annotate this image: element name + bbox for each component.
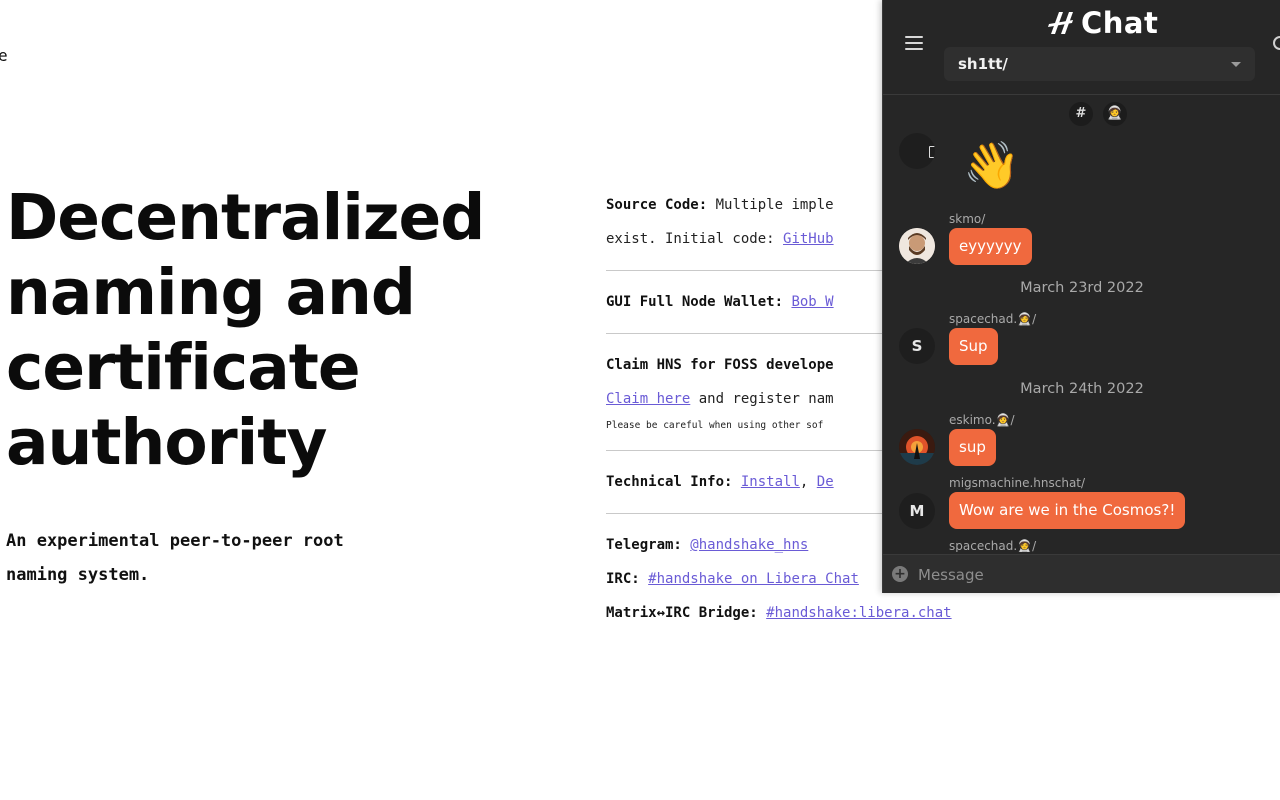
claim-label: Claim HNS for FOSS develope bbox=[606, 357, 834, 373]
message: 👋 bbox=[883, 132, 1280, 200]
message-input[interactable] bbox=[916, 561, 1270, 589]
telegram-link[interactable]: @handshake_hns bbox=[690, 537, 808, 553]
hero-subtitle: An experimental peer-to-peer root naming… bbox=[6, 524, 426, 592]
claim-here-link[interactable]: Claim here bbox=[606, 391, 690, 407]
astronaut-toggle[interactable]: 🧑‍🚀 bbox=[1103, 102, 1127, 126]
irc-link[interactable]: #handshake on Libera Chat bbox=[648, 571, 859, 587]
matrix-link[interactable]: #handshake:libera.chat bbox=[766, 605, 951, 621]
chat-header: Chat sh1tt/ bbox=[883, 0, 1280, 95]
chat-brand: Chat bbox=[1081, 6, 1159, 40]
date-separator: March 24th 2022 bbox=[1020, 381, 1144, 397]
message-bubble: Wow are we in the Cosmos?! bbox=[949, 492, 1186, 529]
hero-title-line: authority bbox=[6, 406, 327, 479]
github-link[interactable]: GitHub bbox=[783, 231, 834, 247]
domain-select[interactable]: sh1tt/ bbox=[944, 47, 1255, 81]
wallet-label: GUI Full Node Wallet: bbox=[606, 294, 784, 310]
tech-link-2[interactable]: De bbox=[817, 474, 834, 490]
bob-wallet-link[interactable]: Bob W bbox=[791, 294, 833, 310]
channel-toggles: # 🧑‍🚀 bbox=[1069, 102, 1127, 126]
broken-image-icon bbox=[929, 146, 935, 158]
profile-icon[interactable] bbox=[1273, 36, 1280, 50]
message-username: spacechad.🧑‍🚀/ bbox=[949, 312, 1037, 326]
clipped-nav-text: e bbox=[0, 46, 8, 65]
source-code-text: Multiple imple bbox=[715, 197, 834, 213]
wave-emoji: 👋 bbox=[963, 138, 1021, 192]
message: spacechad.🧑‍🚀/ S Sup bbox=[883, 312, 1280, 370]
claim-text: and register nam bbox=[698, 391, 834, 407]
message-composer: + bbox=[883, 554, 1280, 593]
tech-info-label: Technical Info: bbox=[606, 474, 733, 490]
message-list: 👋 skmo/ eyyyyyy March 23rd 2022 spacecha… bbox=[883, 132, 1280, 552]
avatar bbox=[899, 228, 935, 264]
chevron-down-icon bbox=[1231, 62, 1241, 67]
message: skmo/ eyyyyyy bbox=[883, 210, 1280, 268]
domain-select-value: sh1tt/ bbox=[958, 55, 1008, 73]
matrix-label: Matrix↔IRC Bridge: bbox=[606, 605, 758, 621]
source-code-text-2: exist. Initial code: bbox=[606, 231, 775, 247]
hero-title-line: naming and bbox=[6, 256, 416, 329]
message-username: skmo/ bbox=[949, 212, 986, 226]
message: spacechad.🧑‍🚀/ bbox=[883, 539, 1280, 552]
hero-title: Decentralized naming and certificate aut… bbox=[6, 180, 566, 480]
message-bubble: Sup bbox=[949, 328, 998, 365]
avatar: S bbox=[899, 328, 935, 364]
avatar: M bbox=[899, 493, 935, 529]
matrix-row: Matrix↔IRC Bridge: #handshake:libera.cha… bbox=[606, 596, 1126, 630]
irc-label: IRC: bbox=[606, 571, 640, 587]
message-bubble: eyyyyyy bbox=[949, 228, 1032, 265]
user-avatar-icon bbox=[899, 429, 935, 465]
hero-title-line: certificate bbox=[6, 331, 361, 404]
plus-icon[interactable]: + bbox=[892, 566, 908, 582]
date-separator: March 23rd 2022 bbox=[1020, 280, 1144, 296]
menu-icon[interactable] bbox=[905, 36, 923, 50]
message: eskimo.🧑‍🚀/ sup bbox=[883, 413, 1280, 471]
message-username: migsmachine.hnschat/ bbox=[949, 476, 1086, 490]
hero-title-line: Decentralized bbox=[6, 181, 485, 254]
chat-logo: Chat bbox=[1047, 6, 1158, 40]
source-code-label: Source Code: bbox=[606, 197, 708, 213]
channels-toggle[interactable]: # bbox=[1069, 102, 1093, 126]
message-bubble: sup bbox=[949, 429, 996, 466]
hero-subtitle-line: An experimental peer-to-peer root bbox=[6, 531, 344, 551]
message: migsmachine.hnschat/ M Wow are we in the… bbox=[883, 476, 1280, 534]
hero-subtitle-line: naming system. bbox=[6, 565, 150, 585]
message-username: spacechad.🧑‍🚀/ bbox=[949, 539, 1037, 552]
avatar bbox=[899, 133, 935, 169]
handshake-logo-icon bbox=[1048, 12, 1073, 34]
avatar bbox=[899, 429, 935, 465]
install-link[interactable]: Install bbox=[741, 474, 800, 490]
message-username: eskimo.🧑‍🚀/ bbox=[949, 413, 1015, 427]
chat-panel: Chat sh1tt/ # 🧑‍🚀 👋 skmo/ bbox=[882, 0, 1280, 593]
user-avatar-icon bbox=[899, 228, 935, 264]
telegram-label: Telegram: bbox=[606, 537, 682, 553]
tech-separator: , bbox=[799, 474, 809, 490]
